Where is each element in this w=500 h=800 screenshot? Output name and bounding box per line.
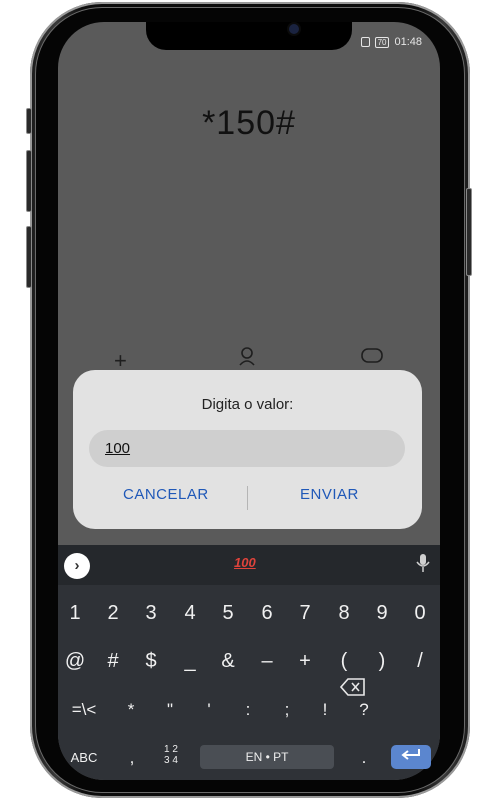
front-camera bbox=[289, 24, 299, 34]
number-key[interactable]: 8 bbox=[330, 602, 358, 625]
number-key[interactable]: 6 bbox=[253, 602, 281, 625]
symbol-key[interactable]: " bbox=[156, 700, 184, 720]
symbol-key[interactable]: – bbox=[253, 650, 281, 673]
symbol-key[interactable]: : bbox=[234, 700, 262, 720]
period-key[interactable]: . bbox=[356, 748, 372, 768]
value-input-text: 100 bbox=[105, 440, 131, 457]
vibrate-icon bbox=[360, 37, 370, 47]
number-key[interactable]: 5 bbox=[214, 602, 242, 625]
dialer-background-icons: + bbox=[58, 347, 440, 373]
symbol-key[interactable]: & bbox=[214, 650, 242, 673]
keyboard-toolbar: › 100 bbox=[58, 545, 440, 585]
number-key[interactable]: 0 bbox=[406, 602, 434, 625]
abc-key[interactable]: ABC bbox=[66, 750, 102, 765]
symbol-key[interactable]: ; bbox=[273, 700, 301, 720]
input-dialog: Digita o valor: 100 CANCELAR ENVIAR bbox=[73, 370, 422, 529]
symbol-key[interactable]: _ bbox=[176, 650, 204, 673]
volume-up-button bbox=[26, 108, 32, 134]
dialed-number: *150# bbox=[202, 104, 296, 142]
message-icon bbox=[360, 346, 384, 372]
volume-down-button bbox=[26, 150, 32, 212]
number-key[interactable]: 4 bbox=[176, 602, 204, 625]
emoji-suggestion[interactable]: 100 bbox=[234, 555, 256, 570]
comma-key[interactable]: , bbox=[124, 748, 140, 768]
cancel-button[interactable]: CANCELAR bbox=[123, 486, 209, 503]
symbol-key[interactable]: @ bbox=[61, 650, 89, 673]
status-time: 01:48 bbox=[394, 36, 422, 48]
silent-switch bbox=[26, 226, 32, 288]
number-key[interactable]: 1 bbox=[61, 602, 89, 625]
symbol-key[interactable]: + bbox=[291, 650, 319, 673]
symbol-key[interactable]: $ bbox=[137, 650, 165, 673]
symbol-key[interactable]: ' bbox=[195, 700, 223, 720]
value-input[interactable]: 100 bbox=[89, 430, 405, 467]
expand-toolbar-button[interactable]: › bbox=[64, 553, 90, 579]
number-key[interactable]: 7 bbox=[291, 602, 319, 625]
notch bbox=[146, 22, 352, 50]
backspace-icon[interactable] bbox=[339, 678, 366, 701]
symbol-key[interactable]: / bbox=[406, 650, 434, 673]
space-bar[interactable]: EN • PT bbox=[200, 745, 334, 769]
symbol-key[interactable]: ? bbox=[350, 700, 378, 720]
dialog-title: Digita o valor: bbox=[201, 396, 294, 413]
number-key[interactable]: 2 bbox=[99, 602, 127, 625]
symbol-key[interactable]: ( bbox=[330, 650, 358, 673]
symbol-key[interactable]: ) bbox=[368, 650, 396, 673]
microphone-icon[interactable] bbox=[416, 553, 430, 578]
number-key[interactable]: 3 bbox=[137, 602, 165, 625]
numpad-key-top: 1 2 bbox=[164, 744, 178, 755]
symbol-key[interactable]: * bbox=[117, 700, 145, 720]
action-divider bbox=[247, 486, 248, 510]
number-key[interactable]: 9 bbox=[368, 602, 396, 625]
contacts-icon bbox=[238, 346, 260, 372]
numpad-key[interactable]: 1 2 3 4 bbox=[158, 744, 184, 766]
enter-key[interactable] bbox=[391, 745, 431, 769]
dialog-actions: CANCELAR ENVIAR bbox=[73, 486, 422, 510]
power-button bbox=[466, 188, 472, 276]
send-button[interactable]: ENVIAR bbox=[300, 486, 359, 503]
numpad-key-bottom: 3 4 bbox=[164, 755, 178, 766]
symbol-key[interactable]: =\< bbox=[70, 700, 98, 720]
symbol-key[interactable]: # bbox=[99, 650, 127, 673]
battery-icon: 70 bbox=[374, 36, 390, 48]
status-bar: 70 01:48 bbox=[360, 36, 422, 48]
symbol-key[interactable]: ! bbox=[311, 700, 339, 720]
